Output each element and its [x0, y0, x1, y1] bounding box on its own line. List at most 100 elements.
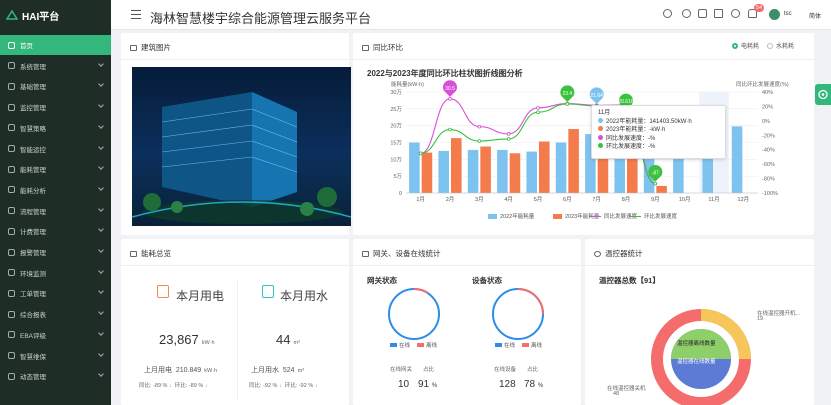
sidebar: HAI平台 首页系统管理基础管理监控管理智慧策略智能运控能耗管理能耗分析流程管理…: [0, 0, 111, 405]
thermostat-total: 温控器总数【91】: [599, 276, 660, 285]
x-tick-label: 2月: [446, 196, 455, 203]
logo[interactable]: HAI平台: [0, 0, 111, 30]
sidebar-item-icon: [8, 269, 15, 277]
notification-badge: 54: [754, 4, 765, 12]
y-tick-label: 30万: [390, 89, 402, 96]
logo-icon: [6, 10, 18, 20]
thermostat-inner-top: 温控器离线数量: [677, 341, 716, 347]
settings-float-button[interactable]: [815, 84, 831, 105]
sidebar-item-16[interactable]: 动态管理: [0, 366, 111, 386]
x-tick-label: 1月: [416, 196, 425, 203]
sidebar-item-label: 智慧维保: [20, 353, 46, 361]
sidebar-item-icon: [8, 103, 15, 111]
sidebar-item-label: 能耗管理: [20, 167, 46, 175]
sidebar-item-0[interactable]: 首页: [0, 35, 111, 55]
electricity-last: 上月用电 210.849 kW·h: [144, 367, 218, 374]
search-icon[interactable]: [663, 9, 672, 18]
y2-tick-label: 20%: [762, 104, 773, 110]
chart-title: 2022与2023年度同比环比柱状图折线图分析: [367, 68, 523, 78]
point-label: 21.64: [590, 93, 603, 99]
thermostat-icon: [594, 250, 601, 257]
avatar[interactable]: [769, 9, 780, 20]
y-tick-label: 20万: [390, 123, 402, 130]
point-label: -87: [652, 171, 659, 177]
sidebar-item-11[interactable]: 环境监测: [0, 263, 111, 283]
bar-2022: [438, 150, 449, 193]
y2-tick-label: 40%: [762, 90, 773, 96]
bar-2022: [409, 142, 420, 193]
sidebar-item-label: 综合报表: [20, 312, 46, 320]
device-online-label: 在线设备: [494, 367, 517, 373]
help-icon[interactable]: [682, 9, 691, 18]
sidebar-item-label: 能耗分析: [20, 187, 46, 195]
sidebar-item-label: 智能运控: [20, 146, 46, 154]
sidebar-item-5[interactable]: 智能运控: [0, 139, 111, 159]
legend-2023-swatch: [553, 214, 562, 219]
electricity-trend: 同比: -89 % ↓ 环比: -89 % ↓: [139, 383, 208, 389]
sidebar-item-icon: [8, 331, 15, 339]
chevron-down-icon: [98, 247, 104, 253]
mom-point: [477, 139, 482, 143]
chevron-down-icon: [98, 288, 104, 295]
sidebar-item-icon: [8, 310, 15, 318]
x-tick-label: 3月: [475, 196, 484, 203]
yoy-point: [448, 97, 452, 101]
sidebar-item-label: EBA评级: [20, 332, 47, 340]
sidebar-item-label: 基础管理: [20, 84, 46, 92]
sidebar-item-label: 环境监测: [20, 270, 46, 278]
point-label: 23.4: [562, 91, 572, 97]
settings-icon[interactable]: [698, 9, 707, 18]
water-radio[interactable]: 水耗耗: [767, 41, 794, 50]
bar-2022: [673, 153, 684, 193]
sidebar-item-3[interactable]: 监控管理: [0, 97, 111, 117]
chevron-down-icon: [98, 205, 104, 212]
language-switch[interactable]: 简体: [809, 11, 821, 20]
network-icon: [362, 250, 369, 257]
y2-tick-label: -20%: [762, 133, 775, 139]
sidebar-item-2[interactable]: 基础管理: [0, 76, 111, 96]
legend-2022-swatch: [488, 214, 497, 219]
bar-2023: [539, 141, 550, 193]
electricity-radio[interactable]: 电耗耗: [732, 41, 759, 50]
bar-2022: [555, 142, 567, 193]
bar-2023: [421, 152, 433, 193]
bar-2022: [526, 151, 537, 193]
chevron-down-icon: [98, 371, 104, 378]
menu-toggle-icon[interactable]: [131, 10, 141, 19]
chevron-down-icon: [98, 350, 104, 357]
user-name[interactable]: tsc: [784, 11, 792, 17]
point-label: 30.5: [445, 86, 455, 92]
tooltip-title: 11月: [598, 110, 611, 116]
sidebar-item-6[interactable]: 能耗管理: [0, 159, 111, 179]
compare-chart: 2022与2023年度同比环比柱状图折线图分析能耗量(kW·h) 同比环比发展速度…: [367, 68, 789, 220]
thermostat-card-title: 温控器统计: [605, 249, 643, 258]
sidebar-item-8[interactable]: 流程管理: [0, 201, 111, 221]
sidebar-item-label: 首页: [20, 43, 33, 50]
sidebar-item-icon: [8, 62, 15, 70]
gear-icon: [818, 89, 828, 100]
gateway-card-title: 网关、设备在线统计: [373, 249, 441, 258]
bar-2023: [451, 138, 462, 193]
electricity-value: 23,867 kW·h: [159, 332, 215, 347]
sidebar-item-4[interactable]: 智慧策略: [0, 118, 111, 138]
sidebar-item-7[interactable]: 能耗分析: [0, 180, 111, 200]
device-status-title: 设备状态: [472, 276, 502, 285]
sidebar-item-12[interactable]: 工单管理: [0, 283, 111, 303]
sidebar-item-label: 工单管理: [20, 291, 46, 299]
sidebar-item-10[interactable]: 报警管理: [0, 242, 111, 262]
sidebar-item-14[interactable]: EBA评级: [0, 325, 111, 345]
mom-point: [565, 102, 570, 106]
chart-ylabel: 能耗量(kW·h): [391, 80, 424, 88]
device-count: 128: [499, 379, 516, 390]
mom-point: [418, 151, 423, 156]
sidebar-item-15[interactable]: 智慧维保: [0, 346, 111, 366]
clock-icon[interactable]: [731, 9, 740, 18]
sidebar-item-icon: [8, 248, 15, 256]
sidebar-item-label: 监控管理: [20, 105, 46, 113]
sidebar-item-icon: [8, 227, 15, 235]
fullscreen-icon[interactable]: [714, 9, 723, 18]
sidebar-item-9[interactable]: 计费管理: [0, 221, 111, 241]
sidebar-item-1[interactable]: 系统管理: [0, 56, 111, 76]
sidebar-item-13[interactable]: 综合报表: [0, 304, 111, 324]
y-tick-label: 0: [399, 191, 402, 197]
